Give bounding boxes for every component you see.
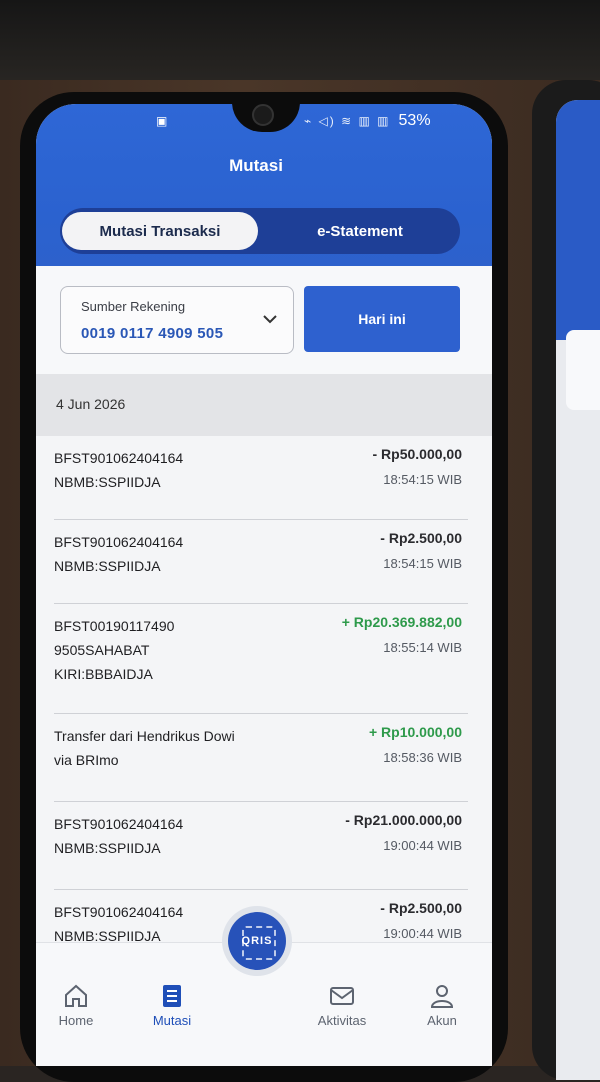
- transaction-amount: - Rp21.000.000,00: [345, 812, 462, 828]
- chevron-down-icon: [263, 311, 277, 327]
- transaction-time: 19:00:44 WIB: [383, 926, 462, 941]
- transaction-row[interactable]: Transfer dari Hendrikus Dowi via BRImo +…: [36, 714, 492, 802]
- transaction-time: 19:00:44 WIB: [383, 838, 462, 853]
- transaction-description: BFST901062404164 NBMB:SSPIIDJA: [54, 450, 184, 490]
- app-screen: ▣ ⌁ ◁) ≋ ▥ ▥ 53% Mutasi Mutasi Transaksi…: [36, 104, 492, 1066]
- background-top: [0, 0, 600, 90]
- filter-section: Sumber Rekening 0019 0117 4909 505 Hari …: [36, 266, 492, 374]
- transaction-description: BFST901062404164 NBMB:SSPIIDJA: [54, 534, 184, 574]
- transaction-row[interactable]: BFST00190117490 9505SAHABAT KIRI:BBBAIDJ…: [36, 604, 492, 714]
- nav-home-label: Home: [58, 1013, 94, 1028]
- account-number: 0019 0117 4909 505: [81, 325, 224, 342]
- transaction-amount: - Rp2.500,00: [380, 900, 462, 916]
- second-phone-screen: [556, 100, 600, 1080]
- transaction-time: 18:58:36 WIB: [383, 750, 462, 765]
- user-icon: [430, 985, 454, 1008]
- front-camera: [252, 104, 274, 126]
- app-header: ▣ ⌁ ◁) ≋ ▥ ▥ 53% Mutasi Mutasi Transaksi…: [36, 104, 492, 266]
- period-button[interactable]: Hari ini: [304, 286, 460, 352]
- nav-aktivitas[interactable]: Aktivitas: [302, 983, 382, 1028]
- sim-icon: ▣: [156, 114, 168, 128]
- transaction-row[interactable]: BFST901062404164 NBMB:SSPIIDJA - Rp50.00…: [36, 436, 492, 520]
- transaction-row[interactable]: BFST901062404164 NBMB:SSPIIDJA - Rp21.00…: [36, 802, 492, 890]
- transaction-time: 18:54:15 WIB: [383, 556, 462, 571]
- transaction-time: 18:54:15 WIB: [383, 472, 462, 487]
- nav-mutasi[interactable]: Mutasi: [132, 983, 212, 1028]
- date-label: 4 Jun 2026: [56, 396, 126, 412]
- second-phone: [532, 80, 600, 1080]
- second-phone-card: [566, 330, 600, 410]
- nav-home[interactable]: Home: [36, 983, 116, 1028]
- scan-frame-icon: [242, 926, 276, 960]
- transaction-description: BFST00190117490 9505SAHABAT KIRI:BBBAIDJ…: [54, 618, 175, 682]
- battery-level: 53%: [398, 112, 431, 129]
- qris-button[interactable]: QRIS: [228, 912, 286, 970]
- nav-akun[interactable]: Akun: [402, 983, 482, 1028]
- nav-mutasi-label: Mutasi: [152, 1013, 192, 1028]
- transaction-description: BFST901062404164 NBMB:SSPIIDJA: [54, 816, 184, 856]
- transaction-amount: + Rp10.000,00: [368, 724, 462, 740]
- qris-button-ring: QRIS: [222, 906, 292, 976]
- tab-bar: Mutasi Transaksi e-Statement: [60, 208, 460, 254]
- transaction-amount: - Rp2.500,00: [380, 530, 462, 546]
- transaction-amount: - Rp50.000,00: [372, 446, 463, 462]
- tab-mutasi-transaksi[interactable]: Mutasi Transaksi: [62, 212, 258, 250]
- transaction-time: 18:55:14 WIB: [383, 640, 462, 655]
- mail-icon: [330, 987, 354, 1005]
- page-title: Mutasi: [229, 156, 283, 175]
- tab-e-statement[interactable]: e-Statement: [270, 212, 450, 250]
- status-icons: ⌁ ◁) ≋ ▥ ▥: [304, 114, 391, 128]
- date-header: 4 Jun 2026: [36, 374, 492, 436]
- home-icon: [65, 984, 87, 1007]
- nav-akun-label: Akun: [427, 1013, 457, 1028]
- transaction-row[interactable]: BFST901062404164 NBMB:SSPIIDJA - Rp2.500…: [36, 520, 492, 604]
- transaction-description: Transfer dari Hendrikus Dowi via BRImo: [54, 728, 235, 768]
- account-source-label: Sumber Rekening: [81, 299, 186, 314]
- nav-aktivitas-label: Aktivitas: [317, 1013, 367, 1028]
- account-source-dropdown[interactable]: Sumber Rekening 0019 0117 4909 505: [60, 286, 294, 354]
- status-bar: ⌁ ◁) ≋ ▥ ▥ 53%: [304, 112, 431, 130]
- document-list-icon: [163, 985, 181, 1007]
- transaction-amount: + Rp20.369.882,00: [341, 614, 462, 630]
- transaction-description: BFST901062404164 NBMB:SSPIIDJA: [54, 904, 184, 944]
- second-phone-header: [556, 100, 600, 340]
